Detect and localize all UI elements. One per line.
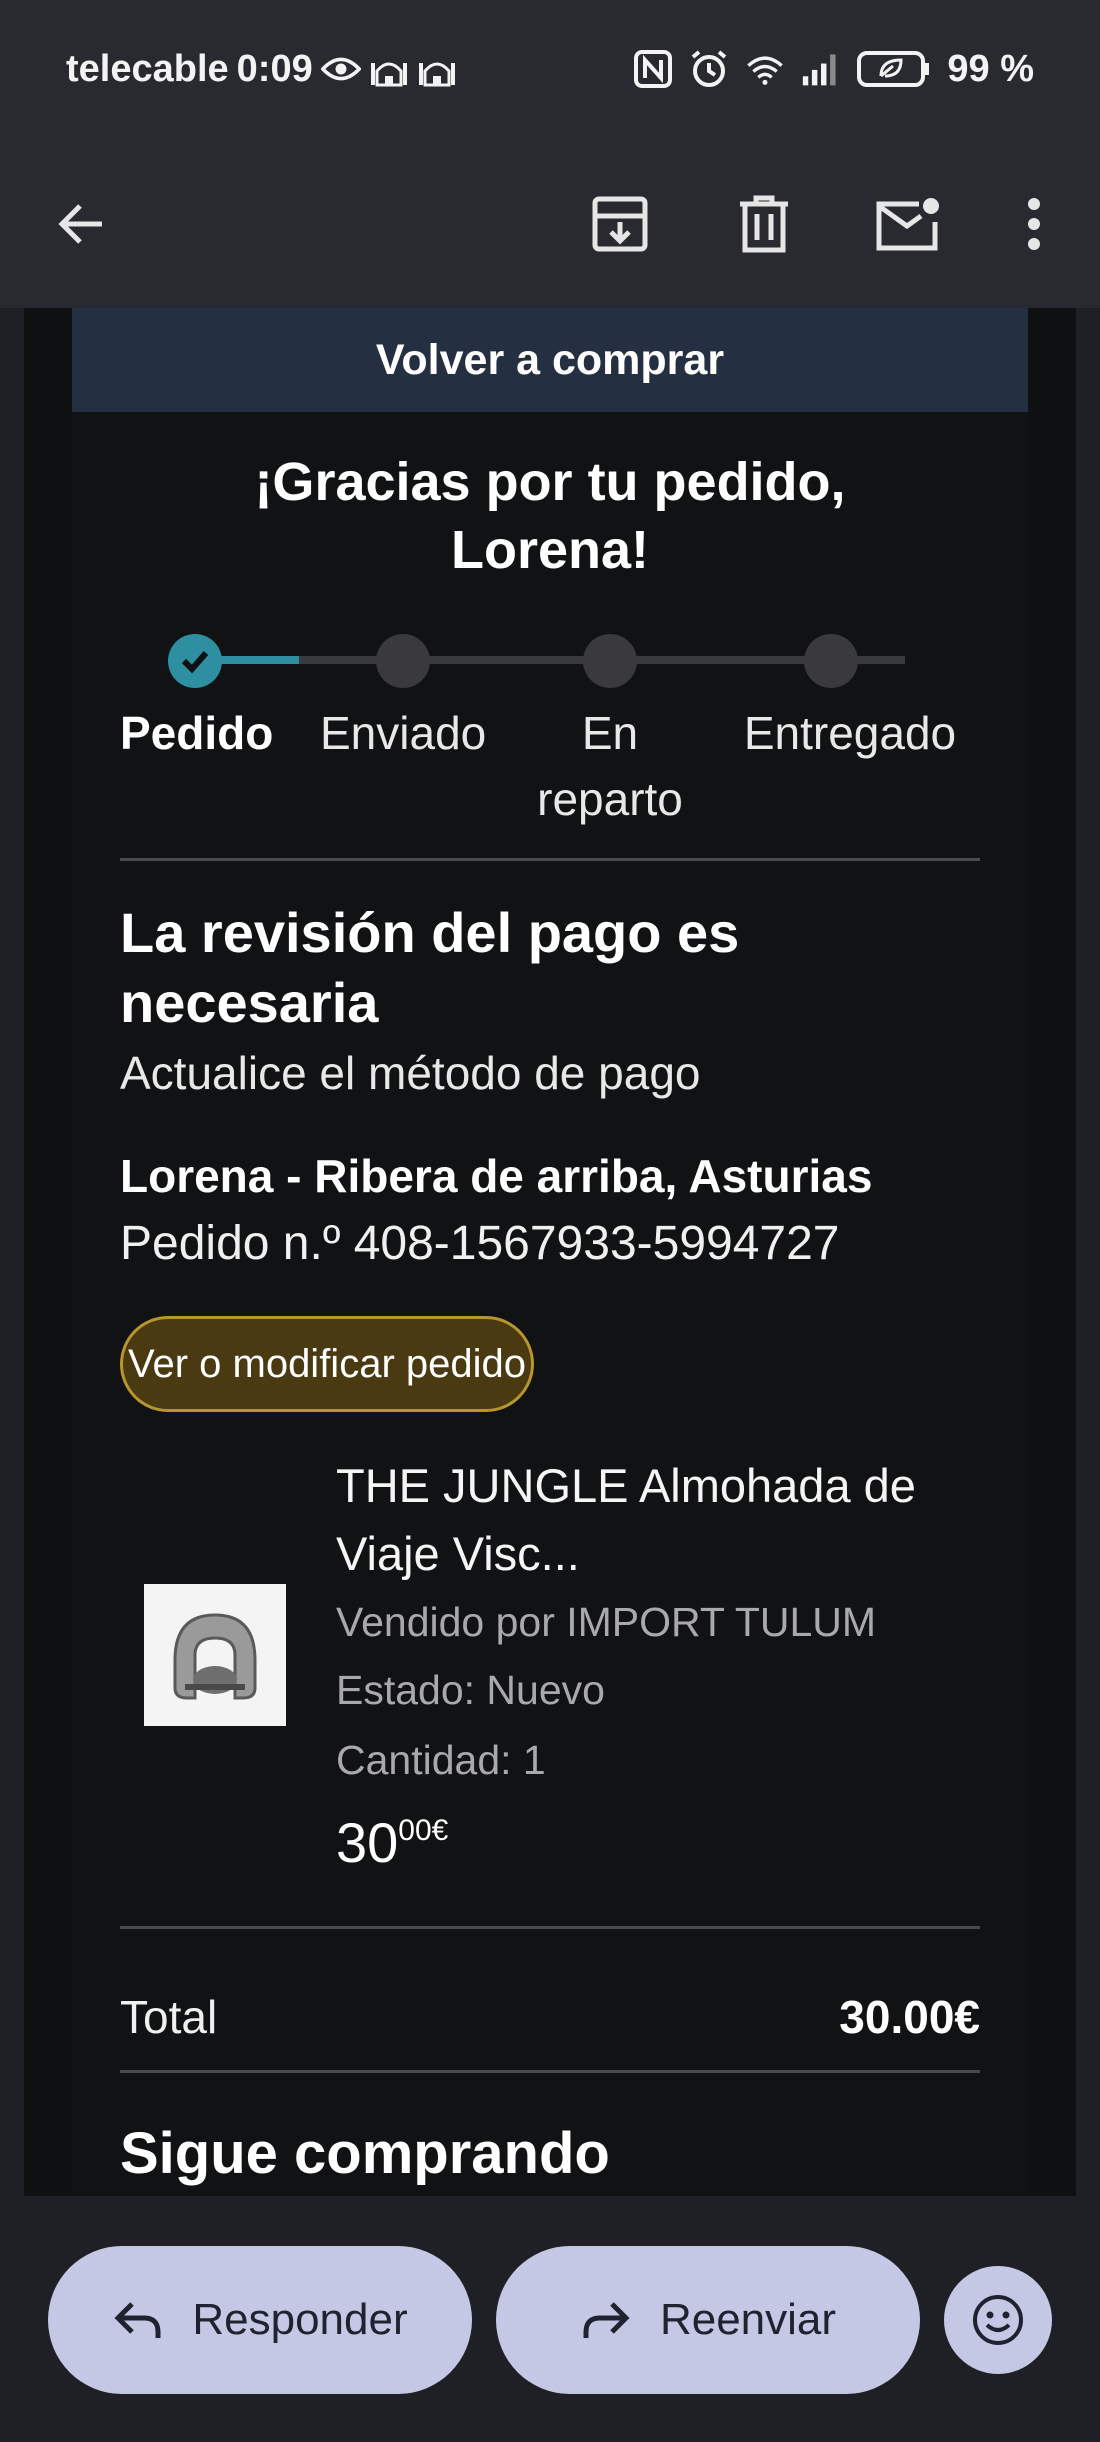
view-modify-order-label: Ver o modificar pedido (127, 1341, 526, 1386)
product-seller: Vendido por IMPORT TULUM (336, 1599, 877, 1645)
view-modify-order-button[interactable]: Ver o modificar pedido (120, 1316, 534, 1412)
progress-line-pending (697, 656, 905, 664)
check-icon (181, 651, 209, 674)
thanks-title: ¡Gracias por tu pedido, Lorena! (254, 452, 846, 580)
product-image[interactable] (144, 1584, 286, 1726)
keep-shopping-title: Sigue comprando (120, 2121, 610, 2186)
product-title[interactable]: THE JUNGLE Almohada de Viaje Visc... (336, 1452, 996, 1588)
price-fraction: 00€ (398, 1814, 449, 1847)
status-right: 99 % (633, 44, 1034, 94)
nfc-icon (633, 49, 673, 89)
emoji-reaction-icon (973, 2295, 1023, 2345)
more-vert-icon[interactable] (992, 182, 1076, 266)
step-label-entregado: Entregado (743, 707, 957, 759)
battery-level: 99 % (947, 47, 1034, 90)
delete-icon[interactable] (722, 182, 806, 266)
battery-saver-icon (857, 49, 931, 89)
mark-unread-icon[interactable] (866, 182, 950, 266)
mosque-icon (369, 49, 409, 89)
carrier-name: telecable (66, 47, 229, 90)
step-dot-pedido (168, 634, 222, 688)
product-condition: Estado: Nuevo (336, 1667, 605, 1713)
shipping-address: Lorena - Ribera de arriba, Asturias (120, 1150, 873, 1202)
step-label-enviado: Enviado (320, 707, 487, 759)
email-toolbar (0, 140, 1100, 308)
total-value: 30.00€ (839, 1991, 980, 2043)
product-price: 3000€ (336, 1810, 448, 1875)
back-arrow-icon[interactable] (40, 182, 124, 266)
step-label-pedido: Pedido (120, 707, 274, 759)
alarm-icon (689, 49, 729, 89)
wifi-6-icon (745, 49, 785, 89)
mosque-icon (417, 49, 457, 89)
total-label: Total (120, 1991, 218, 2043)
price-whole: 30 (336, 1811, 399, 1874)
order-progress-tracker: Pedido Enviado En reparto Entregado (120, 620, 980, 825)
status-left: telecable 0:09 (66, 44, 457, 94)
divider (120, 1926, 980, 1929)
product-quantity: Cantidad: 1 (336, 1737, 546, 1783)
divider (120, 858, 980, 861)
payment-review-title: La revisión del pago es necesaria (120, 901, 740, 1034)
archive-icon[interactable] (578, 182, 662, 266)
reply-label: Responder (192, 2295, 408, 2344)
divider (120, 2070, 980, 2073)
reply-button[interactable]: Responder (48, 2246, 472, 2394)
order-number: Pedido n.º 408-1567933-5994727 (120, 1217, 840, 1270)
progress-line-pending (299, 656, 697, 664)
forward-icon (583, 2302, 630, 2338)
travel-pillow-image (173, 1613, 257, 1700)
reply-icon (114, 2302, 161, 2338)
order-confirmation-card: Volver a comprar ¡Gracias por tu pedido,… (72, 308, 1028, 2196)
buy-again-banner[interactable]: Volver a comprar (72, 308, 1028, 412)
payment-review-subtitle: Actualice el método de pago (120, 1047, 701, 1099)
signal-icon (801, 49, 841, 89)
buy-again-label: Volver a comprar (375, 335, 725, 384)
step-dot-entregado (804, 634, 858, 688)
email-body: Volver a comprar ¡Gracias por tu pedido,… (24, 308, 1076, 2196)
emoji-reaction-button[interactable] (944, 2266, 1052, 2374)
clock: 0:09 (236, 47, 313, 90)
forward-button[interactable]: Reenviar (496, 2246, 920, 2394)
forward-label: Reenviar (659, 2295, 837, 2344)
step-dot-en-reparto (583, 634, 637, 688)
reply-actions-bar: Responder Reenviar (0, 2196, 1100, 2442)
status-bar: telecable 0:09 99 % (0, 0, 1100, 140)
step-label-en-reparto: En reparto (537, 707, 683, 825)
step-dot-enviado (376, 634, 430, 688)
eye-icon (320, 49, 361, 89)
